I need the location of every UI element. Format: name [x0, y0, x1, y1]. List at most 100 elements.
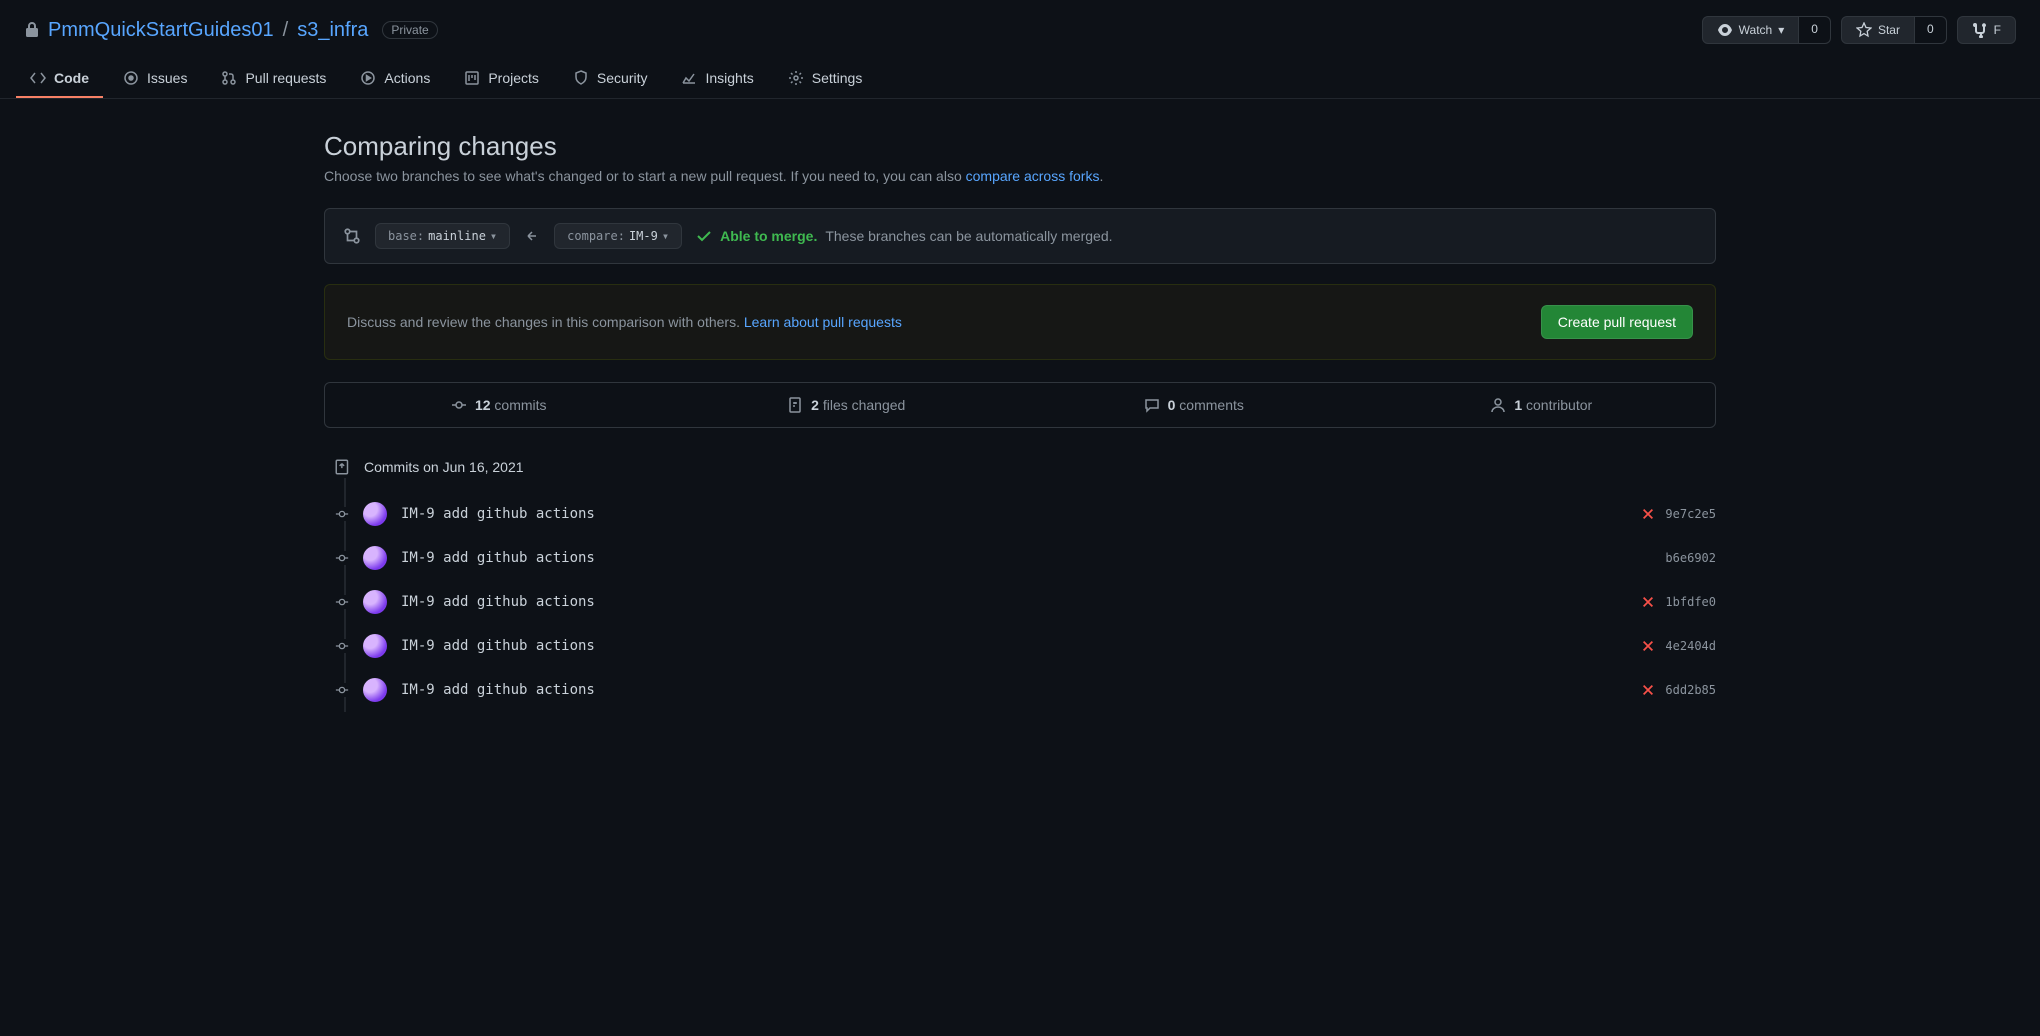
- learn-pull-requests-link[interactable]: Learn about pull requests: [744, 314, 902, 330]
- code-icon: [30, 70, 46, 86]
- avatar[interactable]: [363, 590, 387, 614]
- commits-count: 12: [475, 397, 491, 413]
- watch-count[interactable]: 0: [1799, 16, 1831, 44]
- star-button[interactable]: Star: [1841, 16, 1915, 44]
- x-icon[interactable]: [1641, 595, 1655, 609]
- x-icon[interactable]: [1641, 683, 1655, 697]
- commit-message-link[interactable]: IM-9 add github actions: [401, 638, 1627, 654]
- tab-insights[interactable]: Insights: [667, 60, 767, 98]
- commit-message-link[interactable]: IM-9 add github actions: [401, 594, 1627, 610]
- commit-sha-link[interactable]: 4e2404d: [1665, 639, 1716, 653]
- contributors-count: 1: [1514, 397, 1522, 413]
- commit-day-header: Commits on Jun 16, 2021: [348, 456, 1716, 478]
- x-icon[interactable]: [1641, 639, 1655, 653]
- fork-label: F: [1994, 23, 2001, 37]
- repo-separator: /: [283, 19, 289, 42]
- tab-pulls[interactable]: Pull requests: [207, 60, 340, 98]
- commit-message-link[interactable]: IM-9 add github actions: [401, 550, 1651, 566]
- shield-icon: [573, 70, 589, 86]
- commit-message-link[interactable]: IM-9 add github actions: [401, 506, 1627, 522]
- merge-status: Able to merge. These branches can be aut…: [696, 228, 1112, 244]
- commit-timeline: Commits on Jun 16, 2021 IM-9 add github …: [324, 456, 1716, 712]
- avatar[interactable]: [363, 634, 387, 658]
- tab-projects[interactable]: Projects: [450, 60, 553, 98]
- fork-icon: [1972, 22, 1988, 38]
- avatar[interactable]: [363, 678, 387, 702]
- page-title: Comparing changes: [324, 131, 1716, 162]
- tab-code[interactable]: Code: [16, 60, 103, 98]
- compare-branch-selector[interactable]: compare: IM-9 ▾: [554, 223, 682, 249]
- base-branch-selector[interactable]: base: mainline ▾: [375, 223, 510, 249]
- compare-branch-value: IM-9: [629, 229, 658, 243]
- watch-button[interactable]: Watch ▾: [1702, 16, 1800, 44]
- tab-security[interactable]: Security: [559, 60, 662, 98]
- repo-push-icon: [334, 456, 352, 478]
- pull-request-icon: [221, 70, 237, 86]
- commit-node-icon: [335, 507, 349, 521]
- repo-tabs: Code Issues Pull requests Actions Projec…: [0, 60, 2040, 99]
- fork-button[interactable]: F: [1957, 16, 2016, 44]
- check-icon: [696, 228, 712, 244]
- pr-banner: Discuss and review the changes in this c…: [324, 284, 1716, 360]
- commit-message-link[interactable]: IM-9 add github actions: [401, 682, 1627, 698]
- tab-actions[interactable]: Actions: [346, 60, 444, 98]
- commit-row: IM-9 add github actions b6e6902: [348, 536, 1716, 580]
- avatar[interactable]: [363, 546, 387, 570]
- graph-icon: [681, 70, 697, 86]
- project-icon: [464, 70, 480, 86]
- visibility-badge: Private: [382, 21, 437, 39]
- arrow-left-icon: [524, 228, 540, 244]
- commit-row: IM-9 add github actions 1bfdfe0: [348, 580, 1716, 624]
- base-prefix: base:: [388, 229, 424, 243]
- commit-node-icon: [335, 639, 349, 653]
- commit-day-label: Commits on Jun 16, 2021: [364, 459, 524, 475]
- tab-security-label: Security: [597, 70, 648, 86]
- stat-comments[interactable]: 0 comments: [1020, 383, 1368, 427]
- tab-pulls-label: Pull requests: [245, 70, 326, 86]
- star-count[interactable]: 0: [1915, 16, 1947, 44]
- repo-name-link[interactable]: s3_infra: [297, 19, 368, 42]
- repo-title: PmmQuickStartGuides01 / s3_infra Private: [24, 19, 438, 42]
- compare-forks-link[interactable]: compare across forks: [966, 168, 1100, 184]
- caret-down-icon: ▾: [1778, 23, 1784, 37]
- stat-commits[interactable]: 12 commits: [325, 383, 673, 427]
- commit-icon: [451, 397, 467, 413]
- commit-sha-link[interactable]: 9e7c2e5: [1665, 507, 1716, 521]
- commit-sha-link[interactable]: 6dd2b85: [1665, 683, 1716, 697]
- avatar[interactable]: [363, 502, 387, 526]
- files-label: files changed: [823, 397, 906, 413]
- header-actions: Watch ▾ 0 Star 0 F: [1702, 16, 2016, 44]
- commit-sha-link[interactable]: 1bfdfe0: [1665, 595, 1716, 609]
- commit-row: IM-9 add github actions 9e7c2e5: [348, 492, 1716, 536]
- commit-node-icon: [335, 551, 349, 565]
- main-content: Comparing changes Choose two branches to…: [300, 99, 1740, 744]
- star-label: Star: [1878, 23, 1900, 37]
- files-count: 2: [811, 397, 819, 413]
- x-icon[interactable]: [1641, 507, 1655, 521]
- stat-files[interactable]: 2 files changed: [673, 383, 1021, 427]
- commit-sha-link[interactable]: b6e6902: [1665, 551, 1716, 565]
- commit-node-icon: [335, 683, 349, 697]
- star-icon: [1856, 22, 1872, 38]
- comments-count: 0: [1168, 397, 1176, 413]
- tab-issues[interactable]: Issues: [109, 60, 201, 98]
- base-branch-value: mainline: [428, 229, 486, 243]
- tab-settings[interactable]: Settings: [774, 60, 877, 98]
- tab-code-label: Code: [54, 70, 89, 86]
- create-pull-request-button[interactable]: Create pull request: [1541, 305, 1693, 339]
- person-icon: [1490, 397, 1506, 413]
- tab-actions-label: Actions: [384, 70, 430, 86]
- repo-owner-link[interactable]: PmmQuickStartGuides01: [48, 19, 274, 42]
- eye-icon: [1717, 22, 1733, 38]
- repo-header: PmmQuickStartGuides01 / s3_infra Private…: [0, 0, 2040, 60]
- comments-label: comments: [1179, 397, 1244, 413]
- page-subtitle: Choose two branches to see what's change…: [324, 168, 1716, 184]
- commit-row: IM-9 add github actions 6dd2b85: [348, 668, 1716, 712]
- tab-insights-label: Insights: [705, 70, 753, 86]
- commits-label: commits: [494, 397, 546, 413]
- commit-node-icon: [335, 595, 349, 609]
- contributors-label: contributor: [1526, 397, 1592, 413]
- merge-text: These branches can be automatically merg…: [825, 228, 1112, 244]
- commit-row: IM-9 add github actions 4e2404d: [348, 624, 1716, 668]
- stat-contributors[interactable]: 1 contributor: [1368, 383, 1716, 427]
